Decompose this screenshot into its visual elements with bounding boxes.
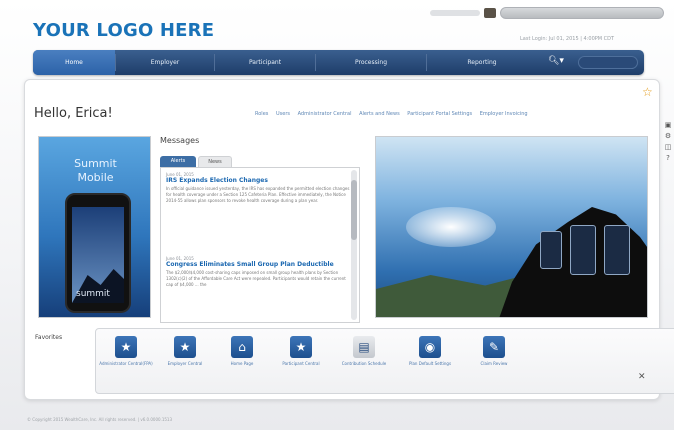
link-roles[interactable]: Roles bbox=[255, 111, 268, 117]
tab-news[interactable]: News bbox=[198, 156, 232, 167]
account-menu-bar[interactable] bbox=[500, 7, 664, 19]
favorite-label: Claim Review bbox=[480, 361, 508, 366]
messages-title: Messages bbox=[160, 136, 200, 145]
phone-image: summit bbox=[65, 193, 131, 313]
calendar-icon: ▤ bbox=[353, 336, 375, 358]
nav-item-reporting[interactable]: Reporting bbox=[427, 50, 537, 75]
messages-scrollbar[interactable] bbox=[351, 170, 357, 320]
phone-image bbox=[570, 225, 596, 275]
search-icon[interactable]: 🔍︎▾ bbox=[548, 56, 564, 66]
phone-image bbox=[604, 225, 630, 275]
favorite-label: Administrator Central(FPA) bbox=[99, 361, 153, 366]
quick-links: Roles Users Administrator Central Alerts… bbox=[255, 111, 534, 117]
edit-icon: ✎ bbox=[483, 336, 505, 358]
phone-screen: summit bbox=[72, 207, 124, 303]
calendar-icon[interactable]: ▣ bbox=[664, 121, 672, 129]
summit-mobile-banner[interactable]: Summit Mobile summit bbox=[38, 136, 151, 318]
favorite-employer-central[interactable]: ★ Employer Central bbox=[157, 336, 213, 366]
nav-item-employer[interactable]: Employer bbox=[116, 50, 214, 75]
message-title[interactable]: Congress Eliminates Small Group Plan Ded… bbox=[166, 261, 350, 269]
last-login-text: Last Login: Jul 01, 2015 | 4:00PM CDT bbox=[520, 36, 615, 42]
user-name-placeholder bbox=[430, 10, 480, 16]
favorite-administrator-central[interactable]: ★ Administrator Central(FPA) bbox=[98, 336, 154, 366]
messages-widget: Messages Alerts News June 01, 2015 IRS E… bbox=[160, 136, 366, 326]
link-employer-invoicing[interactable]: Employer Invoicing bbox=[480, 111, 528, 117]
link-administrator-central[interactable]: Administrator Central bbox=[298, 111, 352, 117]
favorites-label: Favorites bbox=[35, 334, 63, 341]
favorite-label: Participant Central bbox=[282, 361, 320, 366]
page: YOUR LOGO HERE Last Login: Jul 01, 2015 … bbox=[0, 0, 674, 430]
main-nav: Home Employer Participant Processing Rep… bbox=[33, 50, 644, 75]
star-icon: ★ bbox=[290, 336, 312, 358]
favorite-claim-review[interactable]: ✎ Claim Review bbox=[466, 336, 522, 366]
nav-item-processing[interactable]: Processing bbox=[316, 50, 426, 75]
favorite-star-icon[interactable]: ☆ bbox=[642, 85, 653, 99]
company-logo[interactable]: YOUR LOGO HERE bbox=[33, 20, 214, 41]
favorite-participant-central[interactable]: ★ Participant Central bbox=[273, 336, 329, 366]
nav-item-home[interactable]: Home bbox=[33, 50, 115, 75]
piggy-bank-icon: ◉ bbox=[419, 336, 441, 358]
gear-icon[interactable]: ⚙ bbox=[664, 132, 672, 140]
climbers-banner[interactable] bbox=[375, 136, 648, 318]
favorite-label: Contribution Schedule bbox=[341, 361, 387, 366]
device-images bbox=[538, 223, 638, 283]
user-toolbar bbox=[430, 6, 664, 20]
message-title[interactable]: IRS Expands Election Changes bbox=[166, 177, 350, 185]
star-icon: ★ bbox=[115, 336, 137, 358]
list-item: June 01, 2015 Congress Eliminates Small … bbox=[166, 256, 350, 296]
link-alerts-and-news[interactable]: Alerts and News bbox=[359, 111, 400, 117]
footer-copyright: © Copyright 2015 WealthCare, Inc. All ri… bbox=[27, 417, 172, 422]
phone-brand-text: summit bbox=[76, 289, 110, 299]
greeting: Hello, Erica! bbox=[34, 106, 113, 121]
link-participant-portal-settings[interactable]: Participant Portal Settings bbox=[407, 111, 472, 117]
favorite-label: Home Page bbox=[230, 361, 254, 366]
favorite-plan-default-settings[interactable]: ◉ Plan Default Settings bbox=[402, 336, 458, 366]
scrollbar-thumb[interactable] bbox=[351, 180, 357, 240]
banner-title-line2: Mobile bbox=[77, 171, 114, 184]
favorite-label: Plan Default Settings bbox=[408, 361, 452, 366]
message-body: The $2,000/$4,000 cost-sharing caps impo… bbox=[166, 270, 346, 287]
home-icon: ⌂ bbox=[231, 336, 253, 358]
search-input[interactable] bbox=[578, 56, 638, 69]
message-body: In official guidance issued yesterday, t… bbox=[166, 186, 350, 203]
favorite-home-page[interactable]: ⌂ Home Page bbox=[214, 336, 270, 366]
tablet-image bbox=[540, 231, 562, 269]
customize-wrench-icon[interactable]: ✕ bbox=[638, 372, 646, 382]
tab-alerts[interactable]: Alerts bbox=[160, 156, 196, 167]
user-avatar[interactable] bbox=[484, 8, 496, 18]
link-users[interactable]: Users bbox=[276, 111, 290, 117]
nav-item-participant[interactable]: Participant bbox=[215, 50, 315, 75]
star-icon: ★ bbox=[174, 336, 196, 358]
list-item: June 01, 2015 IRS Expands Election Chang… bbox=[166, 172, 350, 212]
side-toolbar: ▣ ⚙ ◫ ? bbox=[664, 121, 674, 165]
banner-title-line1: Summit bbox=[74, 157, 117, 170]
favorite-label: Employer Central bbox=[167, 361, 203, 366]
messages-list: June 01, 2015 IRS Expands Election Chang… bbox=[160, 167, 360, 323]
favorite-contribution-schedule[interactable]: ▤ Contribution Schedule bbox=[336, 336, 392, 366]
help-icon[interactable]: ? bbox=[664, 154, 672, 162]
document-icon[interactable]: ◫ bbox=[664, 143, 672, 151]
sun-glow bbox=[406, 207, 496, 247]
